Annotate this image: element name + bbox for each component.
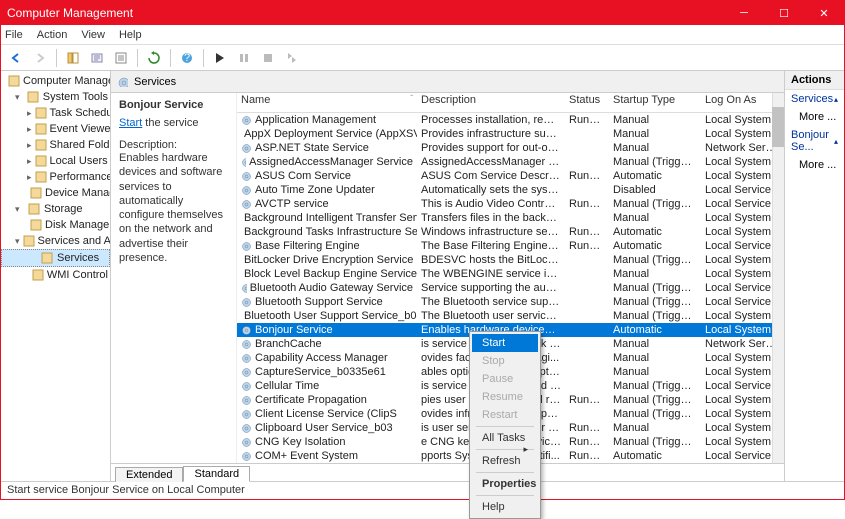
ctx-resume: Resume — [472, 388, 538, 406]
service-row[interactable]: AssignedAccessManager ServiceAssignedAcc… — [237, 155, 784, 169]
tree-item[interactable]: ▸Performance — [1, 169, 110, 185]
menu-view[interactable]: View — [81, 29, 105, 41]
col-description[interactable]: Description — [417, 93, 565, 112]
description-text: Enables hardware devices and software se… — [119, 151, 228, 265]
tree-item[interactable]: Services — [1, 249, 110, 267]
ctx-stop: Stop — [472, 352, 538, 370]
start-service-button[interactable] — [209, 47, 231, 69]
actions-group-selected[interactable]: Bonjour Se...▴ — [785, 126, 844, 156]
service-row[interactable]: Bluetooth User Support Service_b0335e61T… — [237, 309, 784, 323]
window-title: Computer Management — [7, 6, 724, 20]
services-header-label: Services — [134, 76, 176, 88]
refresh-button[interactable] — [143, 47, 165, 69]
nav-tree[interactable]: Computer Management (Local)▾System Tools… — [1, 71, 111, 481]
ctx-pause: Pause — [472, 370, 538, 388]
menu-help[interactable]: Help — [119, 29, 142, 41]
minimize-button[interactable]: ─ — [724, 1, 764, 25]
context-menu: Start Stop Pause Resume Restart All Task… — [469, 331, 541, 519]
service-row[interactable]: AVCTP serviceThis is Audio Video Control… — [237, 197, 784, 211]
col-logon-as[interactable]: Log On As — [701, 93, 781, 112]
ctx-restart: Restart — [472, 406, 538, 424]
tree-item[interactable]: WMI Control — [1, 267, 110, 283]
tree-item[interactable]: Computer Management (Local) — [1, 73, 110, 89]
stop-service-button[interactable] — [257, 47, 279, 69]
service-row[interactable]: Background Tasks Infrastructure ServiceW… — [237, 225, 784, 239]
ctx-refresh[interactable]: Refresh — [472, 452, 538, 470]
ctx-properties[interactable]: Properties — [472, 475, 538, 493]
service-row[interactable]: Bluetooth Support ServiceThe Bluetooth s… — [237, 295, 784, 309]
center-pane: Services Bonjour Service Start the servi… — [111, 71, 784, 481]
tree-item[interactable]: ▾System Tools — [1, 89, 110, 105]
export-button[interactable] — [86, 47, 108, 69]
show-hide-button[interactable] — [62, 47, 84, 69]
help-button[interactable]: ? — [176, 47, 198, 69]
tree-item[interactable]: ▾Storage — [1, 201, 110, 217]
tab-extended[interactable]: Extended — [115, 467, 183, 482]
tree-item[interactable]: ▸Shared Folders — [1, 137, 110, 153]
service-row[interactable]: Block Level Backup Engine ServiceThe WBE… — [237, 267, 784, 281]
ctx-help[interactable]: Help — [472, 498, 538, 516]
pause-service-button[interactable] — [233, 47, 255, 69]
restart-service-button[interactable] — [281, 47, 303, 69]
service-row[interactable]: Application ManagementProcesses installa… — [237, 113, 784, 127]
toolbar: ? — [1, 45, 844, 71]
titlebar: Computer Management ─ ☐ ✕ — [1, 1, 844, 25]
back-button[interactable] — [5, 47, 27, 69]
actions-more-2[interactable]: More ... — [785, 156, 844, 174]
selected-service-title: Bonjour Service — [119, 99, 228, 111]
tab-standard[interactable]: Standard — [183, 466, 250, 482]
scrollbar[interactable] — [772, 93, 784, 463]
view-tabs: Extended Standard — [111, 463, 784, 481]
ctx-all-tasks[interactable]: All Tasks — [472, 429, 538, 447]
actions-more-1[interactable]: More ... — [785, 108, 844, 126]
actions-header: Actions — [785, 71, 844, 90]
service-row[interactable]: ASP.NET State ServiceProvides support fo… — [237, 141, 784, 155]
service-description-panel: Bonjour Service Start the service Descri… — [111, 93, 236, 463]
services-body: Bonjour Service Start the service Descri… — [111, 93, 784, 463]
gear-icon — [117, 76, 128, 87]
start-link[interactable]: Start — [119, 117, 142, 129]
service-row[interactable]: ASUS Com ServiceASUS Com Service Descrip… — [237, 169, 784, 183]
close-button[interactable]: ✕ — [804, 1, 844, 25]
menu-file[interactable]: File — [5, 29, 23, 41]
tree-item[interactable]: Disk Management — [1, 217, 110, 233]
menu-action[interactable]: Action — [37, 29, 68, 41]
scroll-thumb[interactable] — [772, 107, 784, 147]
tree-item[interactable]: ▸Task Scheduler — [1, 105, 110, 121]
service-row[interactable]: Bluetooth Audio Gateway ServiceService s… — [237, 281, 784, 295]
main-area: Computer Management (Local)▾System Tools… — [1, 71, 844, 481]
col-status[interactable]: Status — [565, 93, 609, 112]
tree-item[interactable]: ▸Event Viewer — [1, 121, 110, 137]
forward-button[interactable] — [29, 47, 51, 69]
service-row[interactable]: Auto Time Zone UpdaterAutomatically sets… — [237, 183, 784, 197]
tree-item[interactable]: Device Manager — [1, 185, 110, 201]
statusbar: Start service Bonjour Service on Local C… — [1, 481, 844, 499]
service-row[interactable]: AppX Deployment Service (AppXSVC)Provide… — [237, 127, 784, 141]
col-startup-type[interactable]: Startup Type — [609, 93, 701, 112]
services-header: Services — [111, 71, 784, 93]
actions-pane: Actions Services▴ More ... Bonjour Se...… — [784, 71, 844, 481]
tree-item[interactable]: ▸Local Users and Groups — [1, 153, 110, 169]
col-name[interactable]: Name ˆ — [237, 93, 417, 112]
ctx-start[interactable]: Start — [472, 334, 538, 352]
menubar: File Action View Help — [1, 25, 844, 45]
service-row[interactable]: BitLocker Drive Encryption ServiceBDESVC… — [237, 253, 784, 267]
actions-group-services[interactable]: Services▴ — [785, 90, 844, 108]
service-row[interactable]: Base Filtering EngineThe Base Filtering … — [237, 239, 784, 253]
properties-button[interactable] — [110, 47, 132, 69]
service-row[interactable]: Background Intelligent Transfer ServiceT… — [237, 211, 784, 225]
maximize-button[interactable]: ☐ — [764, 1, 804, 25]
column-headers[interactable]: Name ˆ Description Status Startup Type L… — [237, 93, 784, 113]
description-label: Description: — [119, 139, 228, 151]
svg-text:?: ? — [184, 52, 190, 64]
tree-item[interactable]: ▾Services and Applications — [1, 233, 110, 249]
